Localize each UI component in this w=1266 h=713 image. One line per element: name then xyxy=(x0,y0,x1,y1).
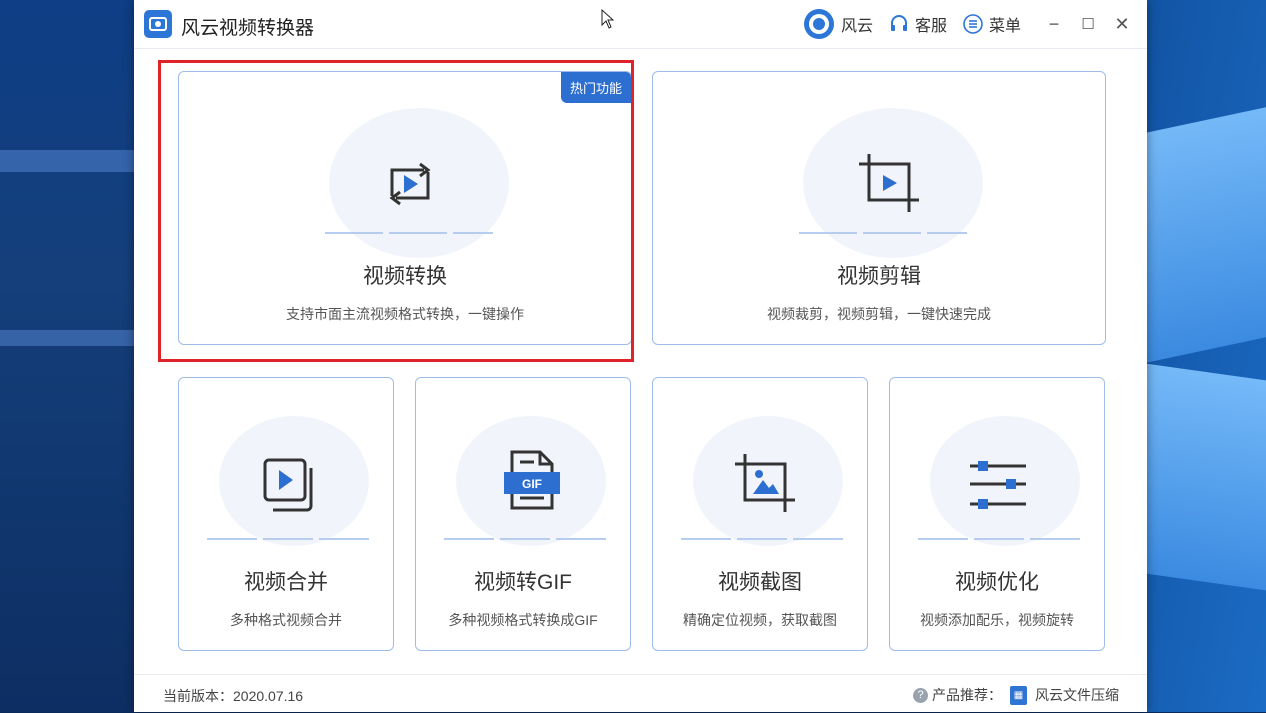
feature-desc: 视频添加配乐，视频旋转 xyxy=(920,612,1074,628)
feature-name: 视频合并 xyxy=(244,571,328,594)
feature-desc: 支持市面主流视频格式转换，一键操作 xyxy=(286,306,524,322)
headset-icon xyxy=(889,14,909,34)
title-bar: 风云视频转换器 风云 客服 菜单 − ☐ ✕ xyxy=(134,0,1147,49)
status-footer: 当前版本：2020.07.16 ? 产品推荐： ▦ 风云文件压缩 xyxy=(134,674,1147,713)
light-beam xyxy=(0,330,134,346)
feature-card-merge[interactable]: 视频合并 多种格式视频合并 xyxy=(178,377,394,651)
product-recommendation[interactable]: ? 产品推荐： ▦ 风云文件压缩 xyxy=(913,685,1119,705)
recommend-label: 产品推荐： xyxy=(932,687,1002,703)
image-crop-icon xyxy=(733,452,797,519)
close-button[interactable]: ✕ xyxy=(1105,0,1139,48)
feature-name: 视频转换 xyxy=(363,265,447,288)
feature-card-edit[interactable]: 视频剪辑 视频裁剪，视频剪辑，一键快速完成 xyxy=(652,71,1106,345)
minimize-button[interactable]: − xyxy=(1037,0,1071,48)
menu-link[interactable]: 菜单 xyxy=(963,12,1021,36)
feature-desc: 多种视频格式转换成GIF xyxy=(448,612,598,628)
feature-desc: 精确定位视频，获取截图 xyxy=(683,612,837,628)
feature-card-screenshot[interactable]: 视频截图 精确定位视频，获取截图 xyxy=(652,377,868,651)
desktop-left-area xyxy=(0,0,134,712)
menu-label: 菜单 xyxy=(988,18,1021,35)
video-merge-icon xyxy=(263,458,319,521)
app-title: 风云视频转换器 xyxy=(181,18,315,39)
title-bar-actions: 风云 客服 菜单 − ☐ ✕ xyxy=(803,0,1147,48)
menu-list-icon xyxy=(963,14,983,34)
fengyun-link[interactable]: 风云 xyxy=(803,8,873,40)
recommend-product[interactable]: 风云文件压缩 xyxy=(1035,685,1119,705)
sliders-icon xyxy=(968,458,1028,515)
feature-card-optimize[interactable]: 视频优化 视频添加配乐，视频旋转 xyxy=(889,377,1105,651)
customer-service-label: 客服 xyxy=(914,18,947,35)
gif-file-icon: GIF xyxy=(500,450,564,512)
customer-service-link[interactable]: 客服 xyxy=(889,12,947,36)
hot-feature-badge: 热门功能 xyxy=(560,72,631,103)
feature-desc: 视频裁剪，视频剪辑，一键快速完成 xyxy=(767,306,991,322)
feature-name: 视频剪辑 xyxy=(837,265,921,288)
feature-name: 视频优化 xyxy=(955,571,1039,594)
feature-name: 视频转GIF xyxy=(474,571,572,594)
fengyun-logo-icon xyxy=(803,8,835,40)
video-crop-icon xyxy=(857,152,921,219)
version-label: 当前版本：2020.07.16 xyxy=(163,688,304,704)
help-icon: ? xyxy=(913,687,928,703)
feature-name: 视频截图 xyxy=(718,571,802,594)
app-window: 风云视频转换器 风云 客服 菜单 − ☐ ✕ 热门功能 视频转换 支持市面主流视… xyxy=(134,0,1147,712)
gif-label: GIF xyxy=(522,477,542,491)
mouse-cursor-icon xyxy=(601,8,615,34)
maximize-button[interactable]: ☐ xyxy=(1071,0,1105,48)
app-logo-icon xyxy=(144,10,172,38)
compress-app-icon: ▦ xyxy=(1010,685,1027,705)
feature-desc: 多种格式视频合并 xyxy=(230,612,342,628)
feature-card-convert[interactable]: 热门功能 视频转换 支持市面主流视频格式转换，一键操作 xyxy=(178,71,632,345)
feature-card-gif[interactable]: GIF 视频转GIF 多种视频格式转换成GIF xyxy=(415,377,631,651)
fengyun-label: 风云 xyxy=(840,18,873,35)
light-beam xyxy=(0,150,134,172)
video-convert-icon xyxy=(384,156,436,215)
windows-logo xyxy=(1146,0,1266,712)
